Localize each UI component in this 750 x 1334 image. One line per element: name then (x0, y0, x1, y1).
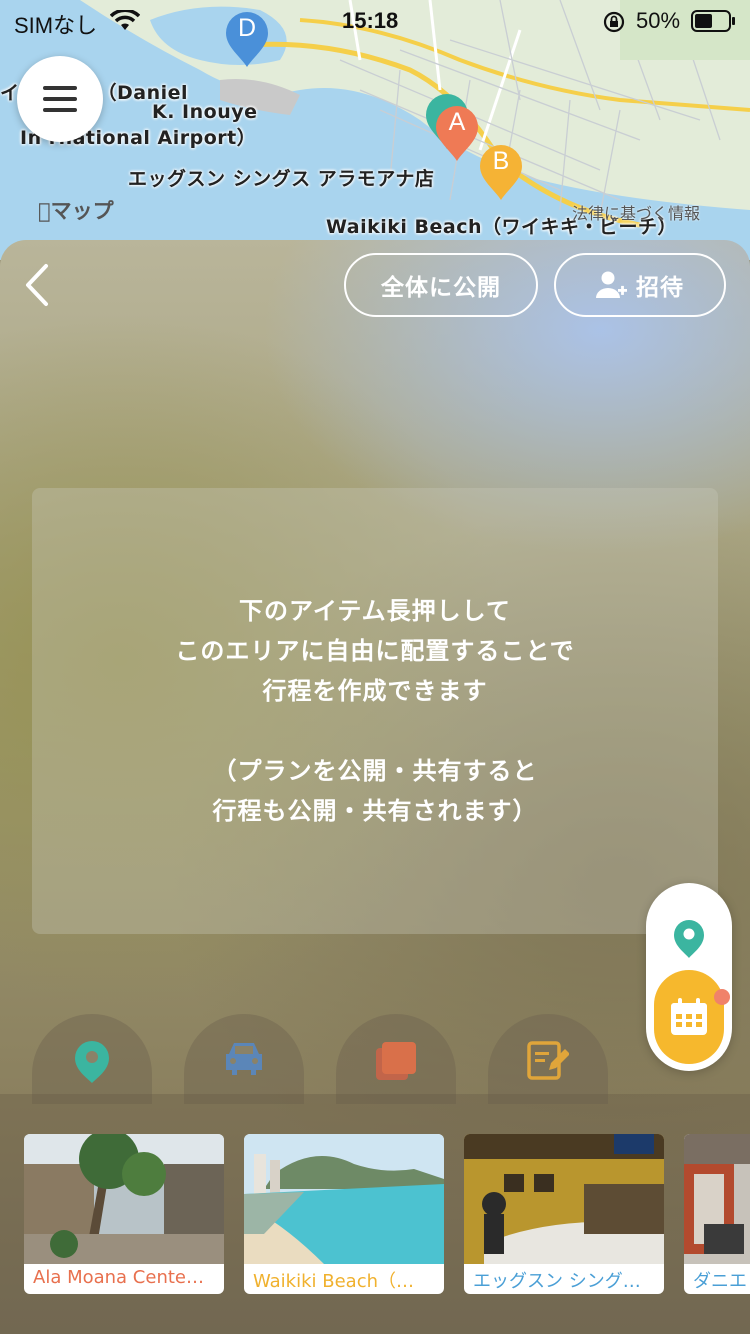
itinerary-drop-area[interactable]: 下のアイテム長押しして このエリアに自由に配置することで 行程を作成できます （… (32, 488, 718, 934)
layers-icon (376, 1042, 416, 1080)
apple-logo-icon:  (38, 199, 51, 223)
item-card-waikiki-beach[interactable]: Waikiki Beach（… (244, 1134, 444, 1294)
item-card-eggs-n-things[interactable]: エッグスン シング… (464, 1134, 664, 1294)
item-card-label: Waikiki Beach（… (253, 1271, 415, 1292)
hamburger-menu-icon (43, 86, 77, 112)
car-icon (226, 1043, 262, 1075)
calendar-icon (671, 998, 707, 1035)
carrier-label: SIMなし (14, 13, 98, 38)
tab-collections[interactable] (336, 1014, 456, 1104)
item-card-daniel-inouye-airport[interactable]: ダニエ (684, 1134, 750, 1294)
battery-percent: 50% (636, 8, 681, 33)
invite-button[interactable]: 招待 (554, 253, 726, 317)
item-card-ala-moana[interactable]: Ala Moana Cente… (24, 1134, 224, 1294)
info-text-line4: （プランを公開・共有すると (212, 757, 538, 785)
item-card-label: Ala Moana Cente… (33, 1267, 204, 1288)
item-card-label: ダニエ (693, 1271, 747, 1292)
map-pin-a[interactable]: A (434, 104, 480, 161)
info-text-line2: このエリアに自由に配置することで (175, 637, 575, 665)
info-text-line5: 行程も公開・共有されます） (212, 797, 538, 825)
view-toggle-group (646, 883, 732, 1071)
location-pin-icon (674, 920, 704, 958)
notification-dot (714, 989, 730, 1005)
tab-transport[interactable] (184, 1014, 304, 1104)
item-card-label: エッグスン シング… (473, 1271, 641, 1292)
eggs-n-things-photo (464, 1134, 664, 1264)
menu-button[interactable] (17, 56, 103, 142)
public-button-label: 全体に公開 (381, 275, 501, 301)
public-button[interactable]: 全体に公開 (344, 253, 538, 317)
battery-icon (691, 10, 735, 32)
tab-spots[interactable] (32, 1014, 152, 1104)
clock: 15:18 (342, 8, 399, 33)
orientation-lock-icon (603, 11, 625, 33)
map-label-eggs-n-things: エッグスン シングス アラモアナ店 (128, 168, 435, 190)
tab-memo[interactable] (488, 1014, 608, 1104)
airport-photo (684, 1134, 750, 1264)
wifi-icon (110, 10, 140, 30)
map-pin-b[interactable]: B (478, 143, 524, 200)
map-label-airport-line2: K. Inouye (152, 101, 258, 123)
map-view-button[interactable] (673, 919, 705, 963)
status-bar: SIMなし 15:18 50% (0, 0, 750, 40)
info-text-line1: 下のアイテム長押しして (239, 597, 511, 625)
ala-moana-photo (24, 1134, 224, 1264)
back-button[interactable] (20, 262, 60, 308)
map-legal-link[interactable]: 法律に基づく情報 (572, 200, 700, 224)
memo-edit-icon (527, 1041, 569, 1080)
calendar-view-button[interactable] (654, 970, 724, 1064)
item-tray: Ala Moana Cente… Waikiki Beach（… エッグスン シ… (0, 1094, 750, 1334)
add-user-icon (596, 271, 627, 298)
invite-button-label: 招待 (636, 275, 684, 301)
location-pin-icon (75, 1041, 109, 1083)
apple-maps-attribution[interactable]: マップ (38, 195, 114, 225)
waikiki-beach-photo (244, 1134, 444, 1264)
plan-panel: 全体に公開 招待 下のアイテム長押しして このエリアに自由に配置することで 行程… (0, 240, 750, 1334)
chevron-left-icon (26, 264, 48, 306)
info-text-line3: 行程を作成できます (262, 677, 488, 705)
